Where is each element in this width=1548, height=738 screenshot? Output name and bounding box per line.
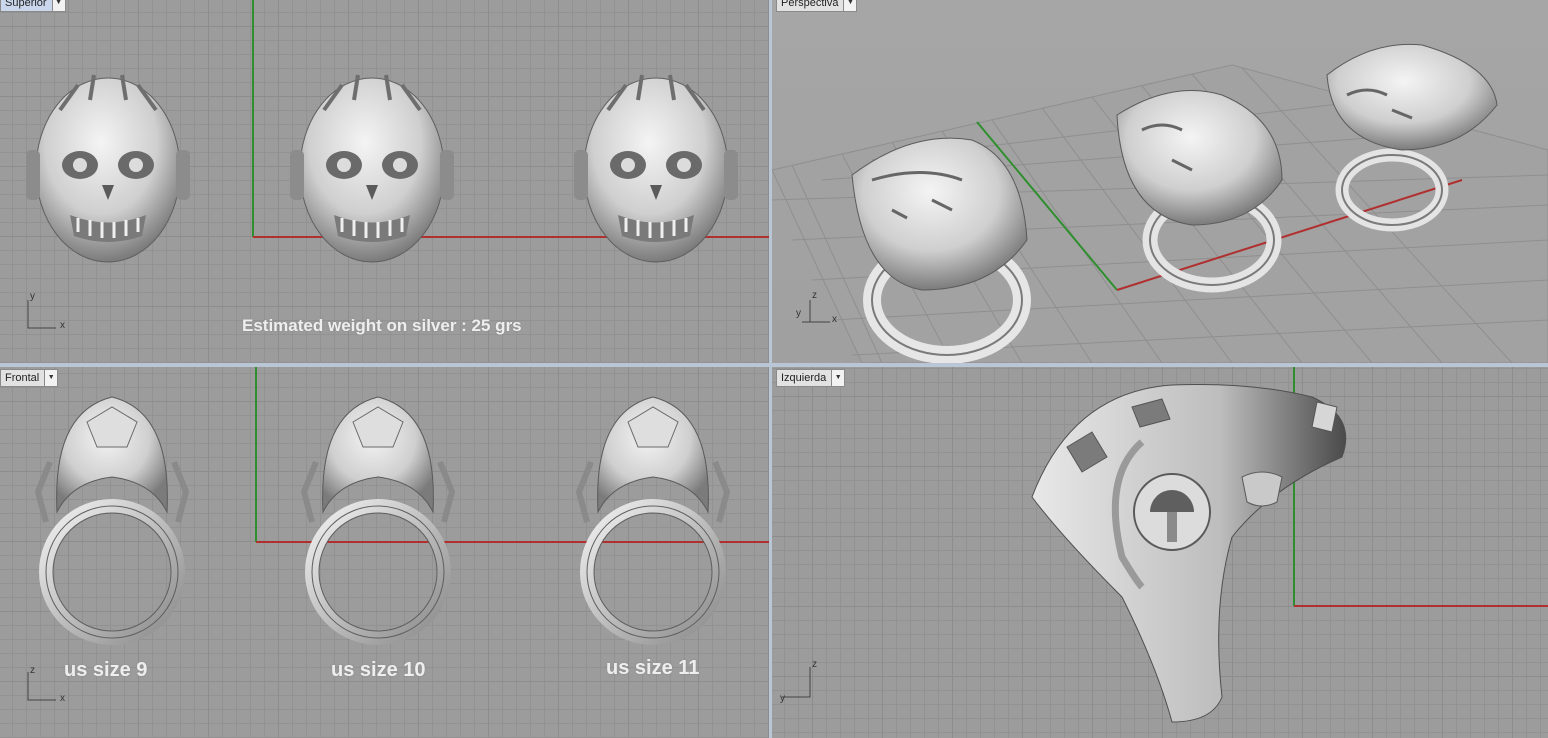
chevron-down-icon[interactable]: ▼ [51,0,65,11]
gizmo-y-label: y [30,291,35,302]
gizmo-z-label: z [30,665,35,676]
gizmo-z-label: z [812,659,817,670]
size-label-1: us size 9 [64,659,148,681]
gizmo-x-label: x [60,320,65,331]
viewport-tab-left[interactable]: Izquierda ▼ [776,369,846,387]
viewport-tab-perspective[interactable]: Perspectiva ▼ [776,0,858,12]
viewport-left[interactable]: Izquierda ▼ z y [772,367,1548,738]
axis-gizmo [27,300,56,329]
viewport-label: Frontal [5,372,40,384]
perspective-canvas [772,43,1548,363]
viewport-label: Izquierda [781,372,827,384]
ring-front-size-9 [38,397,186,638]
viewport-tab-top[interactable]: Superior ▼ [0,0,66,12]
gizmo-y-label: y [780,693,785,704]
viewport-label: Superior [5,0,47,9]
gizmo-x-label: x [60,693,65,704]
axis-gizmo [782,667,811,698]
viewport-tab-front[interactable]: Frontal ▼ [0,369,59,387]
weight-annotation: Estimated weight on silver : 25 grs [242,316,522,335]
gizmo-y-label: y [796,308,801,319]
viewport-label: Perspectiva [781,0,839,9]
left-canvas [782,367,1548,723]
skull-ring-top-3 [572,73,740,264]
gizmo-z-label: z [812,290,817,301]
viewport-perspective[interactable]: Perspectiva ▼ z y x [772,0,1548,363]
chevron-down-icon[interactable]: ▼ [44,370,58,386]
front-canvas [27,367,769,701]
viewport-front[interactable]: Frontal ▼ z x us size 9 us size 10 us si… [0,367,769,738]
skull-ring-top-1 [24,73,192,264]
viewport-top[interactable]: Superior ▼ y x Estimated weight on silve… [0,0,769,363]
ring-front-size-11 [579,397,727,638]
axis-gizmo [802,300,830,323]
skull-ring-top-2 [288,73,456,264]
ring-front-size-10 [304,397,452,638]
axis-gizmo [27,672,56,701]
chevron-down-icon[interactable]: ▼ [843,0,857,11]
size-label-2: us size 10 [331,659,426,681]
chevron-down-icon[interactable]: ▼ [831,370,845,386]
top-canvas [24,0,769,329]
ring-side-view [1031,384,1347,723]
size-label-3: us size 11 [606,657,700,679]
gizmo-x-label: x [832,314,837,325]
